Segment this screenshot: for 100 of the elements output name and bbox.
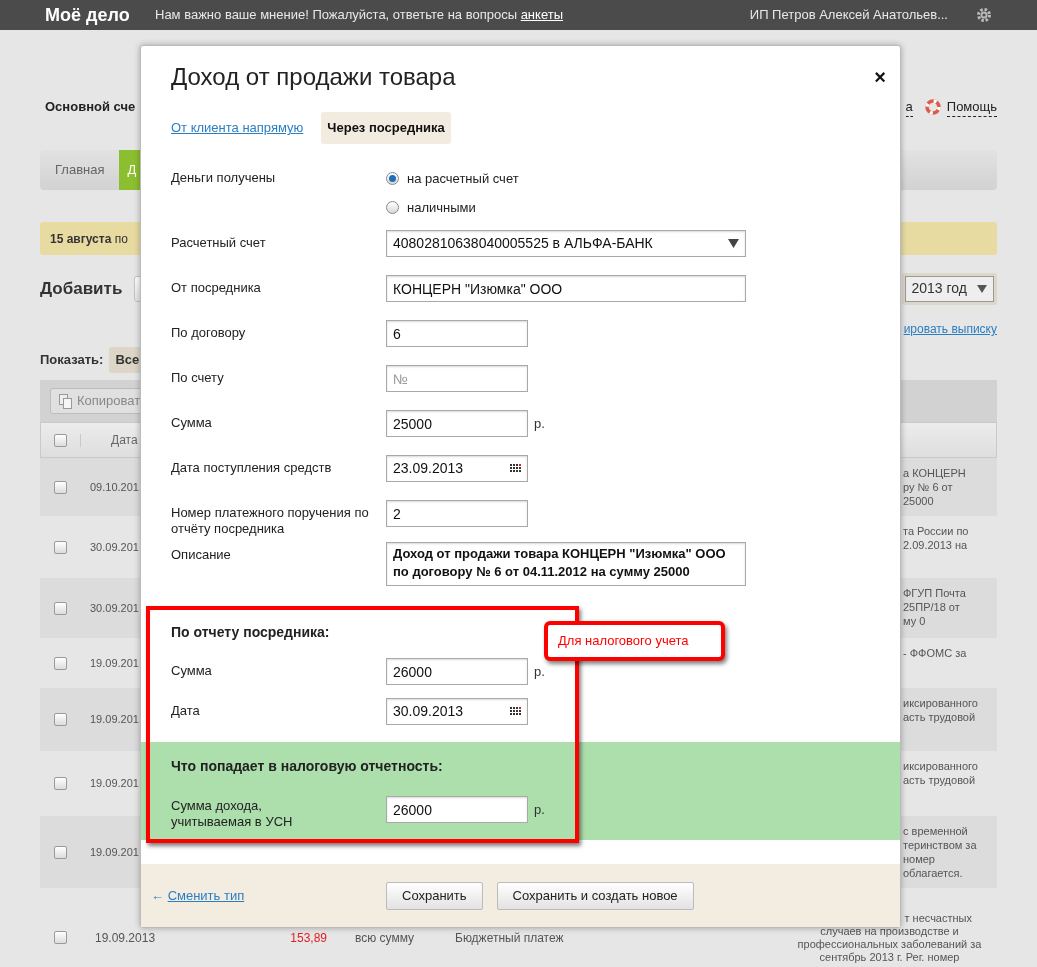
- checkbox[interactable]: [54, 433, 67, 447]
- checkbox[interactable]: [53, 656, 67, 670]
- table-cell-text: му 0: [903, 614, 927, 628]
- table-cell-text: облагается.: [903, 866, 964, 880]
- field-label: Описание: [171, 546, 232, 563]
- calendar-icon[interactable]: [510, 707, 521, 716]
- save-button[interactable]: Сохранить и создать новое: [496, 881, 694, 910]
- logo[interactable]: Моё дело: [45, 1, 155, 29]
- survey-link[interactable]: анкеты: [520, 7, 563, 23]
- table-cell: профессиональных заболеваний за: [797, 938, 982, 951]
- table-cell-text: Бюджетный платеж: [455, 929, 564, 947]
- amount-cell-text: 153,89: [289, 929, 327, 947]
- table-cell-text: ФГУП Почта: [903, 586, 967, 600]
- table-cell-text: 19.09.2013: [95, 929, 157, 947]
- field-label: Дата поступления средств: [171, 459, 333, 476]
- section-heading: По отчету посредника:: [171, 624, 330, 640]
- radio-label: на расчетный счет: [407, 170, 519, 188]
- field-label: Сумма: [171, 662, 213, 679]
- copy-icon: [59, 393, 73, 409]
- table-cell-text: 30.09.201: [90, 600, 139, 616]
- dialog-tab[interactable]: Через посредника: [321, 112, 451, 144]
- checkbox[interactable]: [53, 713, 67, 726]
- add-label: Добавить: [40, 277, 123, 300]
- table-cell-text: 25ПР/18 от: [903, 600, 961, 614]
- table-cell-text: с временной: [903, 824, 969, 838]
- field-label: От посредника: [171, 279, 262, 296]
- field-label: Дата: [171, 702, 201, 719]
- input-field[interactable]: 6: [386, 320, 528, 347]
- field-label: Номер платежного поручения по отчёту посредника: [171, 504, 370, 537]
- table-cell: т несчастных: [904, 912, 972, 925]
- input-field[interactable]: 25000: [386, 410, 528, 437]
- radio-button[interactable]: [386, 172, 399, 186]
- table-cell: случаев на производстве и: [820, 925, 959, 938]
- checkbox[interactable]: [53, 540, 67, 554]
- header-link[interactable]: а: [905, 96, 913, 118]
- save-button[interactable]: Сохранить: [386, 881, 483, 910]
- table-cell-text: 25000: [903, 494, 935, 508]
- account-title: Основной сче: [44, 98, 136, 117]
- checkbox[interactable]: [53, 931, 67, 944]
- input-field[interactable]: 2: [386, 500, 528, 527]
- dropdown-arrow-icon: [977, 284, 987, 293]
- table-cell-text: всю сумму: [355, 929, 416, 947]
- date-field[interactable]: 30.09.2013: [386, 698, 528, 725]
- field-label: Расчетный счет: [171, 234, 267, 251]
- checkbox[interactable]: [53, 480, 67, 494]
- input-field[interactable]: №: [386, 365, 528, 392]
- field-label: Деньги получены: [171, 169, 277, 186]
- nav-tab[interactable]: Главная: [40, 150, 120, 190]
- callout: Для налогового учета: [544, 621, 725, 661]
- table-cell-text: та России по: [903, 524, 970, 538]
- table-cell-text: 2.09.2013 на: [903, 538, 969, 552]
- section-heading: Что попадает в налоговую отчетность:: [171, 757, 444, 776]
- table-cell-text: 19.09.201: [90, 844, 139, 860]
- table-cell-text: 19.09.201: [90, 776, 139, 792]
- table-cell-text: номер: [903, 852, 936, 866]
- field-label: По счету: [171, 369, 225, 386]
- table-cell-text: 30.09.201: [90, 539, 139, 555]
- table-cell-text: теринством за: [903, 838, 978, 852]
- help-lifebuoy-icon: [924, 99, 941, 115]
- currency-label: р.: [534, 800, 545, 819]
- currency-label: р.: [534, 662, 545, 681]
- table-cell-text: иксированного: [903, 696, 979, 710]
- table-cell-text: 19.09.201: [90, 712, 139, 728]
- show-label: Показать:: [40, 351, 104, 370]
- help-link[interactable]: Помощь: [946, 96, 997, 118]
- table-cell-text: иксированного: [903, 759, 979, 773]
- currency-label: р.: [534, 414, 545, 433]
- dialog-title: Доход от продажи товара: [171, 62, 456, 92]
- close-button[interactable]: ×: [874, 67, 886, 87]
- description-field[interactable]: Доход от продажи товара КОНЦЕРН "Изюмка" ООО по договору № 6 от 04.11.2012 на сумму 25000: [386, 542, 746, 586]
- checkbox[interactable]: [53, 777, 67, 790]
- date-field[interactable]: 23.09.2013: [386, 455, 528, 482]
- checkbox[interactable]: [53, 845, 67, 859]
- field-label: Сумма: [171, 414, 213, 431]
- year-select[interactable]: 2013 год: [904, 275, 994, 302]
- table-cell-text: асть трудовой: [903, 710, 977, 724]
- export-link[interactable]: ировать выписку: [903, 320, 997, 336]
- input-field[interactable]: КОНЦЕРН "Изюмка" ООО: [386, 275, 746, 302]
- radio-label: наличными: [407, 198, 476, 217]
- input-field[interactable]: 26000: [386, 796, 528, 823]
- table-cell-text: - ФФОМС за: [903, 646, 968, 660]
- notice-text: Нам важно ваше мнение! Пожалуйста, ответьте на вопросы анкеты: [155, 6, 563, 25]
- table-cell-text: ру № 6 от: [903, 480, 954, 494]
- field-label: Сумма дохода, учитываемая в УСН: [171, 797, 294, 830]
- change-type-link[interactable]: ← Сменить тип: [151, 885, 386, 906]
- account-select[interactable]: 40802810638040005525 в АЛЬФА-БАНК: [386, 230, 746, 257]
- user-name[interactable]: ИП Петров Алексей Анатольев...: [749, 5, 948, 25]
- dialog-tab[interactable]: От клиента напрямую: [171, 118, 304, 138]
- input-field[interactable]: 26000: [386, 658, 528, 685]
- table-cell: сентябрь 2013 г. Рег. номер: [819, 951, 960, 964]
- column-header[interactable]: Дата: [111, 431, 138, 449]
- field-label: По договору: [171, 324, 247, 341]
- settings-icon[interactable]: [976, 7, 992, 23]
- table-cell-text: 09.10.201: [90, 479, 139, 495]
- table-cell-text: 19.09.201: [90, 655, 139, 671]
- radio-button[interactable]: [386, 200, 399, 214]
- dropdown-arrow-icon: [728, 239, 739, 248]
- table-cell-text: а КОНЦЕРН: [903, 466, 967, 480]
- checkbox[interactable]: [53, 601, 67, 615]
- calendar-icon[interactable]: [510, 464, 521, 473]
